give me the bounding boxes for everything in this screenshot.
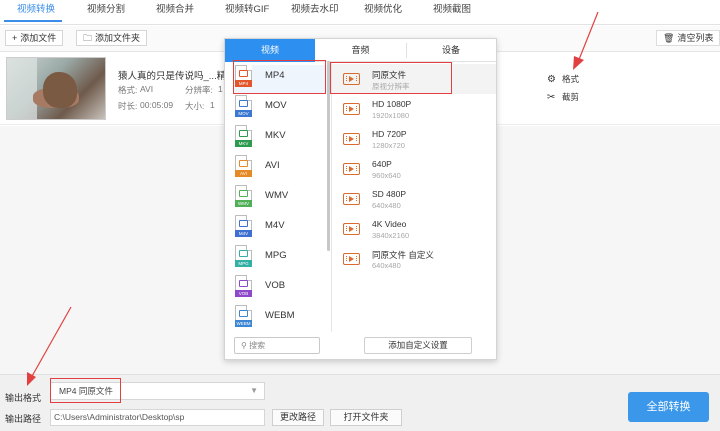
annotation-arrows <box>27 11 599 386</box>
